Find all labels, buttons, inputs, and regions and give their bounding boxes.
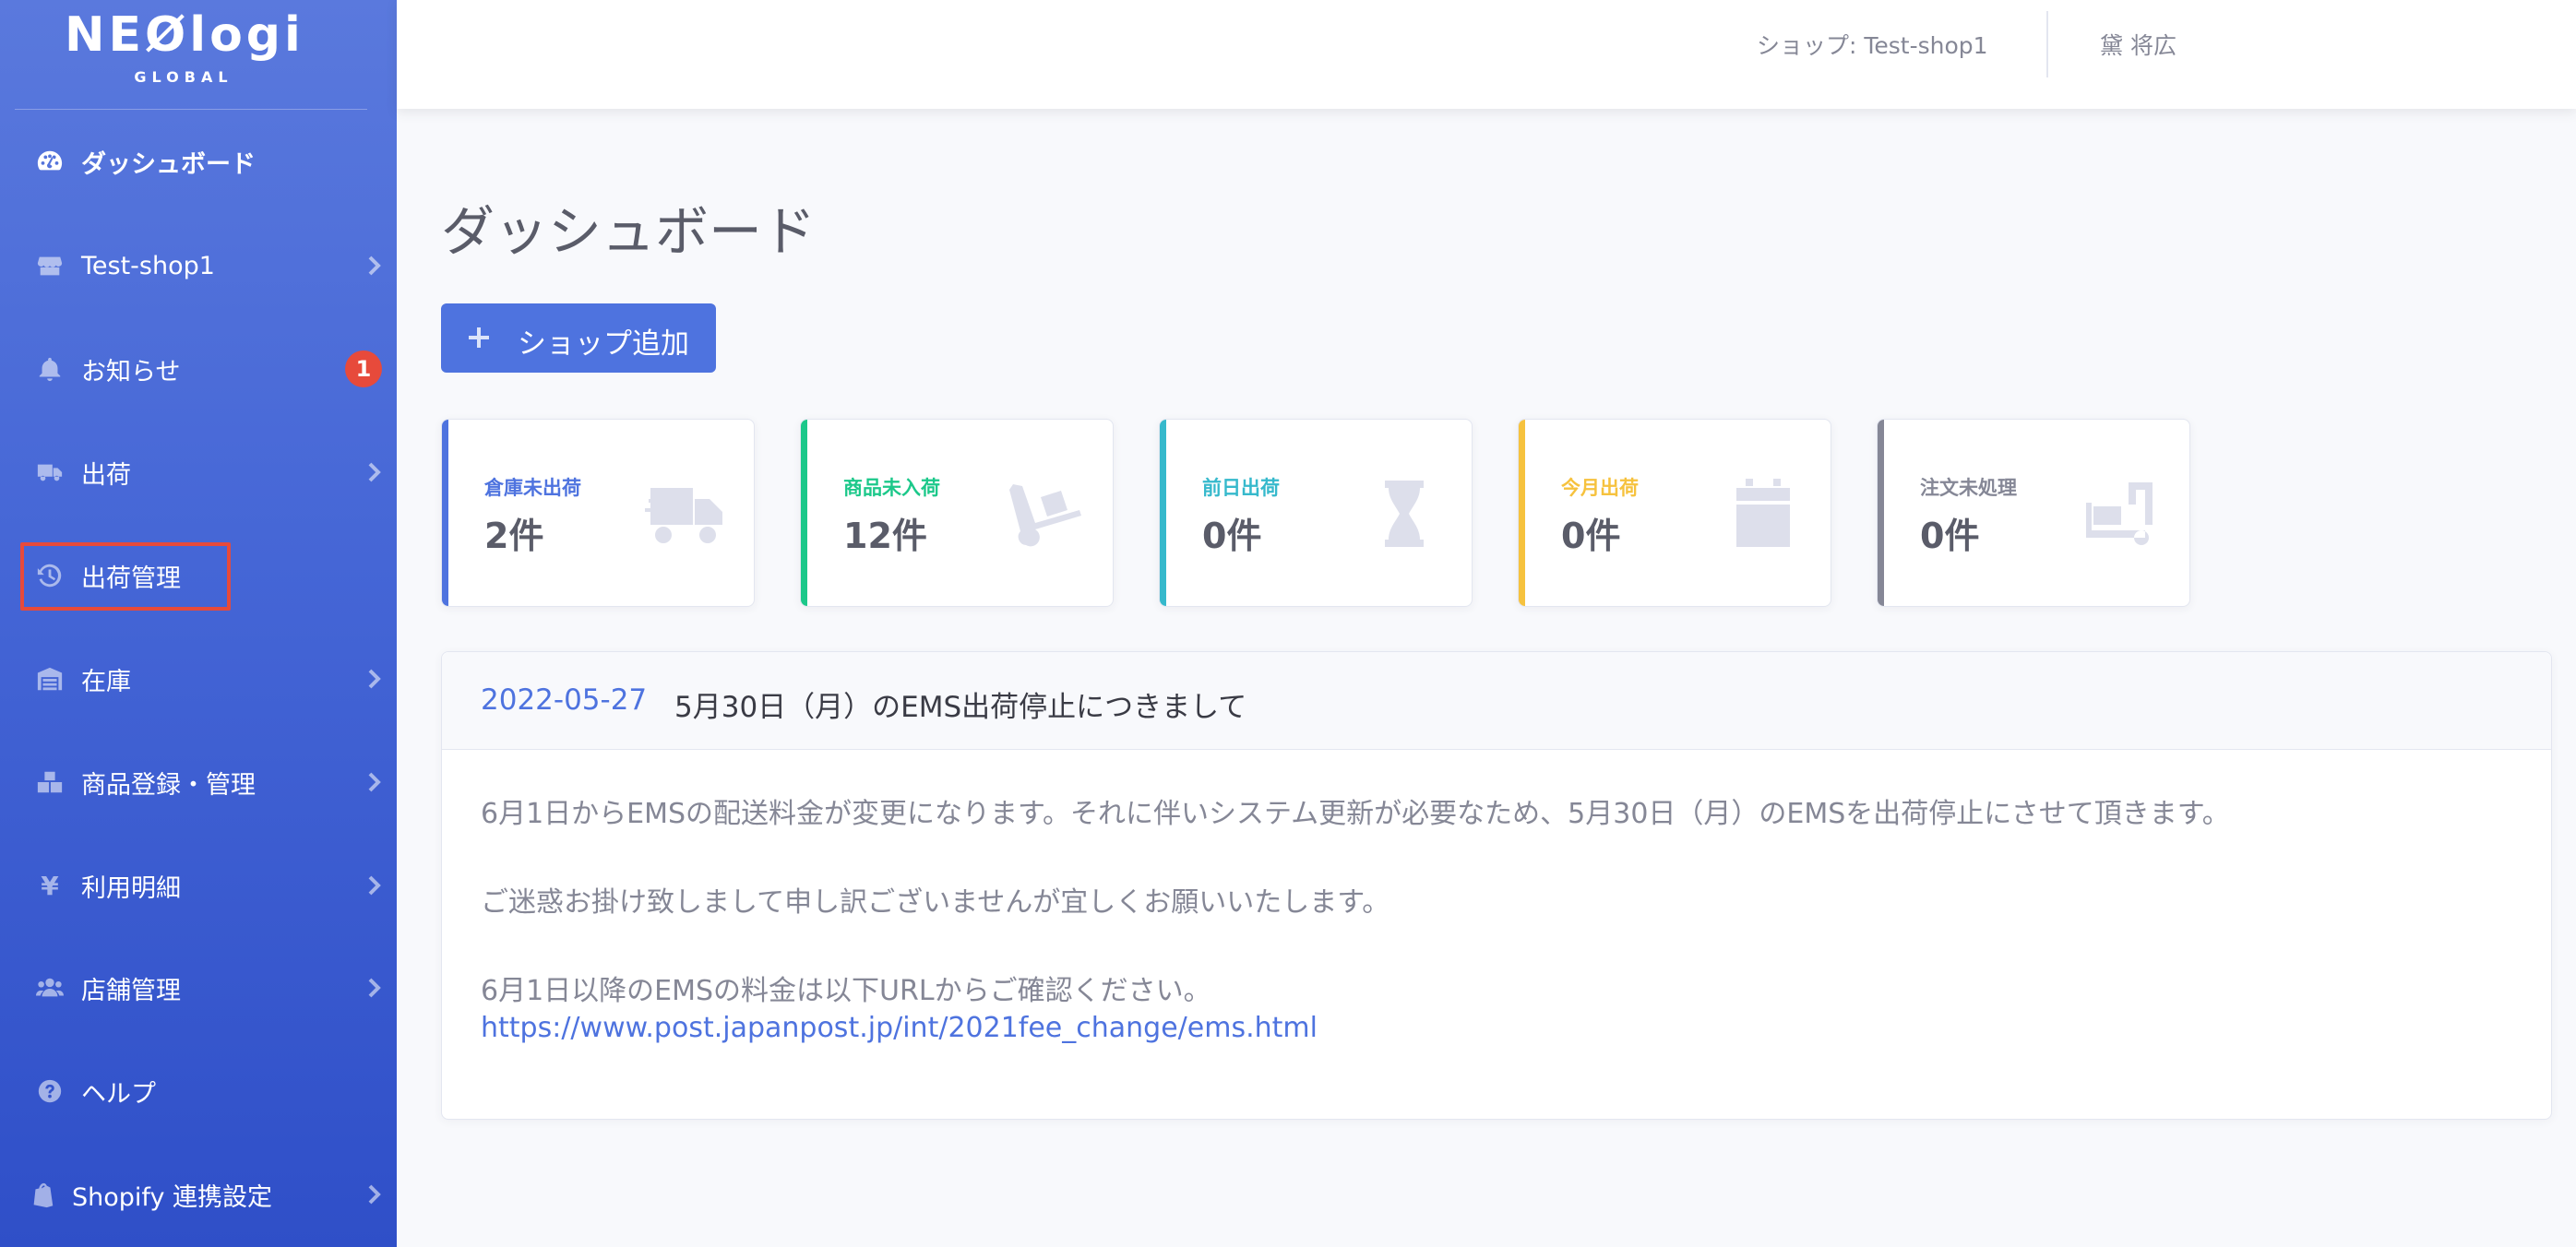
sidebar-item-label: Shopify 連携設定 <box>72 1182 273 1212</box>
sidebar-item-label: お知らせ <box>81 357 181 386</box>
sidebar-item-help[interactable]: ヘルプ <box>0 1054 397 1128</box>
notice-header: 2022-05-27 5月30日（月）のEMS出荷停止につきまして <box>442 652 2551 750</box>
card-accent-bar <box>1878 420 1884 606</box>
sidebar-item-label: 在庫 <box>81 667 131 696</box>
truck-icon <box>645 479 728 549</box>
sidebar-item-inventory[interactable]: 在庫 <box>0 642 397 716</box>
sidebar-divider <box>15 109 367 110</box>
card-title: 倉庫未出荷 <box>484 477 581 499</box>
chevron-right-icon <box>365 771 384 793</box>
notice-paragraph: 6月1日からEMSの配送料金が変更になります。それに伴いシステム更新が必要なため… <box>481 798 2230 830</box>
sidebar-item-label: ダッシュボード <box>81 149 256 179</box>
notice-paragraph: ご迷惑お掛け致しまして申し訳ございませんが宜しくお願いいたします。 <box>481 886 1390 919</box>
card-value: 0件 <box>1202 516 1262 556</box>
notice-paragraph: 6月1日以降のEMSの料金は以下URLからご確認ください。 <box>481 975 1211 1007</box>
stat-card-warehouse-unshipped[interactable]: 倉庫未出荷 2件 <box>441 419 755 607</box>
yen-icon: ¥ <box>41 870 59 901</box>
dolly-flatbed-icon <box>2081 479 2164 549</box>
highlight-box <box>20 542 231 611</box>
chevron-right-icon <box>365 874 384 897</box>
dolly-icon <box>1004 479 1087 549</box>
sidebar-item-label: 利用明細 <box>81 873 181 903</box>
users-icon <box>35 973 65 1003</box>
plus-icon <box>463 322 495 353</box>
notice-title: 5月30日（月）のEMS出荷停止につきまして <box>674 691 1247 724</box>
card-title: 前日出荷 <box>1202 477 1280 499</box>
brand-logo[interactable]: NEØlogi GLOBAL <box>65 7 304 86</box>
add-shop-label: ショップ追加 <box>518 327 689 361</box>
sidebar-item-store-management[interactable]: 店舗管理 <box>0 951 397 1025</box>
user-menu[interactable]: 黛 将広 <box>2100 28 2176 61</box>
card-accent-bar <box>1160 420 1166 606</box>
sidebar-item-label: 出荷 <box>81 460 131 490</box>
sidebar-item-dashboard[interactable]: ダッシュボード <box>0 125 397 198</box>
topbar-divider <box>2046 11 2048 77</box>
question-circle-icon <box>35 1076 65 1106</box>
chevron-right-icon <box>365 255 384 277</box>
bell-icon <box>35 354 65 384</box>
sidebar-item-billing[interactable]: ¥ 利用明細 <box>0 849 397 922</box>
warehouse-icon <box>35 664 65 694</box>
chevron-right-icon <box>365 461 384 483</box>
topbar <box>397 0 2576 109</box>
sidebar-item-products[interactable]: 商品登録・管理 <box>0 745 397 819</box>
hourglass-icon <box>1363 479 1446 549</box>
calendar-icon <box>1722 479 1805 549</box>
boxes-icon <box>35 767 65 797</box>
shopify-icon <box>28 1180 57 1209</box>
current-shop-label[interactable]: ショップ: Test-shop1 <box>1757 28 1988 61</box>
stat-card-previous-day-shipped[interactable]: 前日出荷 0件 <box>1159 419 1473 607</box>
sidebar: NEØlogi GLOBAL ダッシュボード Test-shop1 お知らせ 1… <box>0 0 397 1247</box>
sidebar-item-label: ヘルプ <box>81 1079 156 1109</box>
truck-icon <box>35 457 65 487</box>
page-title: ダッシュボード <box>441 200 817 263</box>
card-accent-bar <box>1519 420 1525 606</box>
store-icon <box>35 251 65 280</box>
notice-panel: 2022-05-27 5月30日（月）のEMS出荷停止につきまして 6月1日から… <box>441 651 2552 1120</box>
notification-badge: 1 <box>345 350 382 387</box>
stat-card-product-not-arrived[interactable]: 商品未入荷 12件 <box>800 419 1114 607</box>
sidebar-item-shopify[interactable]: Shopify 連携設定 <box>0 1158 397 1231</box>
card-title: 注文未処理 <box>1920 477 2017 499</box>
chevron-right-icon <box>365 1183 384 1205</box>
chevron-right-icon <box>365 668 384 690</box>
card-value: 2件 <box>484 516 544 556</box>
card-value: 12件 <box>843 516 927 556</box>
ems-fee-link[interactable]: https://www.post.japanpost.jp/int/2021fe… <box>481 1012 1318 1044</box>
card-value: 0件 <box>1561 516 1621 556</box>
notice-date: 2022-05-27 <box>481 683 648 717</box>
sidebar-item-label: 店舗管理 <box>81 976 181 1005</box>
add-shop-button[interactable]: ショップ追加 <box>441 303 716 373</box>
card-title: 今月出荷 <box>1561 477 1639 499</box>
tachometer-icon <box>35 147 65 176</box>
sidebar-item-shipping[interactable]: 出荷 <box>0 435 397 509</box>
card-accent-bar <box>442 420 448 606</box>
card-title: 商品未入荷 <box>843 477 940 499</box>
chevron-right-icon <box>365 977 384 999</box>
sidebar-item-notifications[interactable]: お知らせ 1 <box>0 332 397 406</box>
brand-sub: GLOBAL <box>134 68 233 86</box>
sidebar-item-label: 商品登録・管理 <box>81 770 256 800</box>
sidebar-item-label: Test-shop1 <box>81 251 215 280</box>
stat-card-this-month-shipped[interactable]: 今月出荷 0件 <box>1518 419 1831 607</box>
brand-name: NEØlogi <box>65 7 304 63</box>
sidebar-item-test-shop1[interactable]: Test-shop1 <box>0 229 397 303</box>
card-value: 0件 <box>1920 516 1980 556</box>
stat-card-unprocessed-orders[interactable]: 注文未処理 0件 <box>1877 419 2190 607</box>
card-accent-bar <box>801 420 807 606</box>
